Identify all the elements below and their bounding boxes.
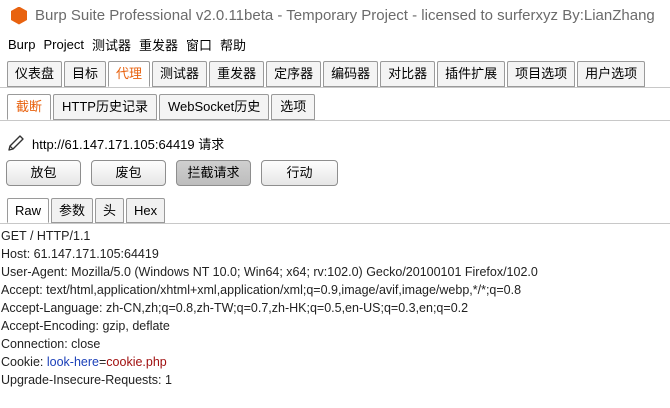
intercept-toolbar: 放包 废包 拦截请求 行动: [6, 160, 348, 187]
cookie-header[interactable]: Cookie: look-here=cookie.php: [1, 353, 669, 371]
menu-intruder[interactable]: 测试器: [92, 35, 131, 54]
menu-repeater[interactable]: 重发器: [139, 35, 178, 54]
burp-logo-icon: [11, 6, 27, 25]
main-tab-divider: [0, 87, 670, 88]
window-title: Burp Suite Professional v2.0.11beta - Te…: [35, 7, 655, 24]
request-target-label: http://61.147.171.105:64419 请求: [32, 136, 225, 152]
request-line[interactable]: GET / HTTP/1.1: [1, 227, 669, 245]
tab-headers[interactable]: 头: [95, 198, 125, 223]
proxy-tab-bar: 截断 HTTP历史记录 WebSocket历史 选项: [7, 94, 317, 120]
accept-header[interactable]: Accept: text/html,application/xhtml+xml,…: [1, 281, 669, 299]
request-editor[interactable]: GET / HTTP/1.1 Host: 61.147.171.105:6441…: [1, 227, 669, 389]
tab-intruder[interactable]: 测试器: [152, 61, 208, 87]
menu-window[interactable]: 窗口: [186, 35, 212, 54]
tab-raw[interactable]: Raw: [7, 198, 50, 223]
tab-intercept[interactable]: 截断: [7, 94, 52, 120]
drop-button[interactable]: 废包: [91, 160, 166, 186]
main-tab-bar: 仪表盘 目标 代理 测试器 重发器 定序器 编码器 对比器 插件扩展 项目选项 …: [7, 61, 647, 87]
accept-encoding-header[interactable]: Accept-Encoding: gzip, deflate: [1, 317, 669, 335]
tab-proxy[interactable]: 代理: [108, 61, 151, 87]
tab-target[interactable]: 目标: [64, 61, 107, 87]
tab-http-history[interactable]: HTTP历史记录: [53, 94, 157, 120]
tab-dashboard[interactable]: 仪表盘: [7, 61, 63, 87]
tab-sequencer[interactable]: 定序器: [266, 61, 322, 87]
host-header[interactable]: Host: 61.147.171.105:64419: [1, 245, 669, 263]
accept-language-header[interactable]: Accept-Language: zh-CN,zh;q=0.8,zh-TW;q=…: [1, 299, 669, 317]
tab-decoder[interactable]: 编码器: [323, 61, 379, 87]
forward-button[interactable]: 放包: [6, 160, 81, 186]
request-header: http://61.147.171.105:64419 请求: [6, 131, 224, 155]
title-bar: Burp Suite Professional v2.0.11beta - Te…: [0, 0, 670, 31]
menu-project[interactable]: Project: [43, 37, 83, 52]
upgrade-insecure-header[interactable]: Upgrade-Insecure-Requests: 1: [1, 371, 669, 389]
message-view-divider: [0, 223, 670, 224]
tab-repeater[interactable]: 重发器: [209, 61, 265, 87]
tab-websocket-history[interactable]: WebSocket历史: [158, 94, 270, 120]
cookie-value: cookie.php: [106, 355, 167, 369]
intercept-toggle-button[interactable]: 拦截请求: [176, 160, 251, 186]
user-agent-header[interactable]: User-Agent: Mozilla/5.0 (Windows NT 10.0…: [1, 263, 669, 281]
tab-comparer[interactable]: 对比器: [380, 61, 436, 87]
cookie-name: look-here: [46, 355, 99, 369]
cookie-prefix: Cookie:: [1, 355, 47, 369]
message-view-tab-bar: Raw 参数 头 Hex: [7, 198, 167, 223]
connection-header[interactable]: Connection: close: [1, 335, 669, 353]
tab-params[interactable]: 参数: [51, 198, 94, 223]
menu-help[interactable]: 帮助: [220, 35, 246, 54]
menu-bar: Burp Project 测试器 重发器 窗口 帮助: [0, 33, 670, 55]
tab-project-options[interactable]: 项目选项: [507, 61, 576, 87]
tab-proxy-options[interactable]: 选项: [271, 94, 316, 120]
tab-hex[interactable]: Hex: [126, 198, 166, 223]
tab-extender[interactable]: 插件扩展: [437, 61, 506, 87]
tab-user-options[interactable]: 用户选项: [577, 61, 646, 87]
pencil-icon: [8, 135, 24, 151]
action-button[interactable]: 行动: [261, 160, 338, 186]
proxy-tab-divider: [0, 120, 670, 121]
menu-burp[interactable]: Burp: [8, 37, 35, 52]
